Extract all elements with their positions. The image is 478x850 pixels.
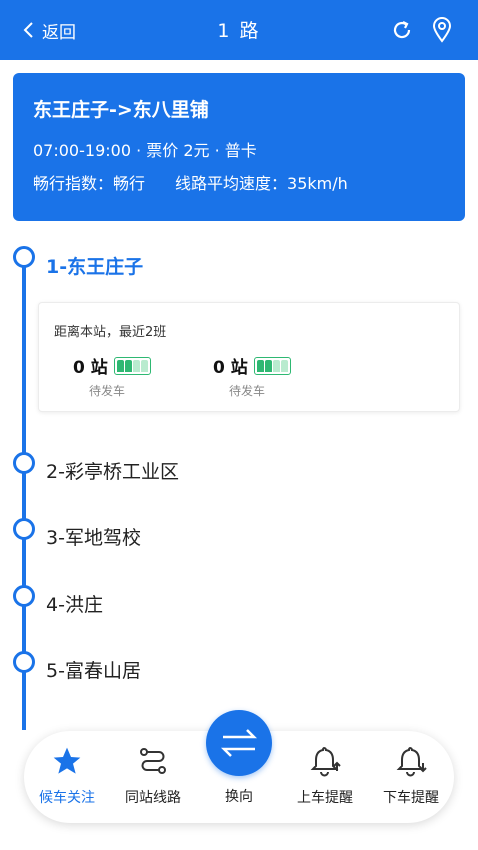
bus-arrival-1: 0 站 待发车 <box>73 353 213 399</box>
star-icon <box>47 743 87 779</box>
refresh-icon[interactable] <box>388 15 416 45</box>
crowding-icon <box>113 356 151 375</box>
stop-item-2[interactable]: 2-彩亭桥工业区 <box>46 457 179 484</box>
route-name: 东王庄子->东八里铺 <box>33 99 209 121</box>
stop-item-1[interactable]: 1-东王庄子 <box>46 252 143 279</box>
alighting-reminder-label: 下车提醒 <box>383 790 439 806</box>
follow-label: 候车关注 <box>39 790 95 806</box>
swap-icon <box>220 729 258 757</box>
alighting-reminder-button[interactable]: 下车提醒 <box>368 743 454 807</box>
same-stop-routes-label: 同站线路 <box>125 790 181 806</box>
average-speed: 线路平均速度：35km/h <box>175 174 348 193</box>
same-stop-routes-button[interactable]: 同站线路 <box>110 743 196 807</box>
top-bar: 返回 1 路 <box>0 0 478 60</box>
bus-status: 待发车 <box>89 384 126 398</box>
stop-item-5[interactable]: 5-富春山居 <box>46 656 141 683</box>
route-traffic-row: 畅行指数：畅行 线路平均速度：35km/h <box>33 170 465 194</box>
bus-arrival-2: 0 站 待发车 <box>213 353 353 399</box>
route-info-card: 东王庄子->东八里铺 07:00-19:00 · 票价 2元 · 普卡 畅行指数… <box>13 73 465 221</box>
route-icon <box>133 743 173 779</box>
stop-dot <box>13 585 35 607</box>
bell-up-icon <box>305 743 345 779</box>
stop-dot <box>13 651 35 673</box>
stop-item-3[interactable]: 3-军地驾校 <box>46 523 141 550</box>
boarding-reminder-button[interactable]: 上车提醒 <box>282 743 368 807</box>
bus-status: 待发车 <box>229 384 266 398</box>
stop-dot <box>13 518 35 540</box>
arrival-header: 距离本站，最近2班 <box>54 325 167 340</box>
route-schedule-fare: 07:00-19:00 · 票价 2元 · 普卡 <box>33 141 257 160</box>
arrival-info-box: 距离本站，最近2班 0 站 待发车 0 站 待发车 <box>38 302 460 412</box>
follow-button[interactable]: 候车关注 <box>24 743 110 807</box>
bell-down-icon <box>391 743 431 779</box>
stop-dot <box>13 452 35 474</box>
location-pin-icon[interactable] <box>428 15 456 45</box>
boarding-reminder-label: 上车提醒 <box>297 790 353 806</box>
traffic-index: 畅行指数：畅行 <box>33 174 146 193</box>
stop-item-4[interactable]: 4-洪庄 <box>46 590 103 617</box>
crowding-icon <box>253 356 291 375</box>
swap-direction-label: 换向 <box>225 789 253 805</box>
bus-stops-away: 0 站 <box>73 358 108 378</box>
swap-direction-button[interactable] <box>206 710 272 776</box>
stop-dot-current <box>13 246 35 268</box>
bus-stops-away: 0 站 <box>213 358 248 378</box>
